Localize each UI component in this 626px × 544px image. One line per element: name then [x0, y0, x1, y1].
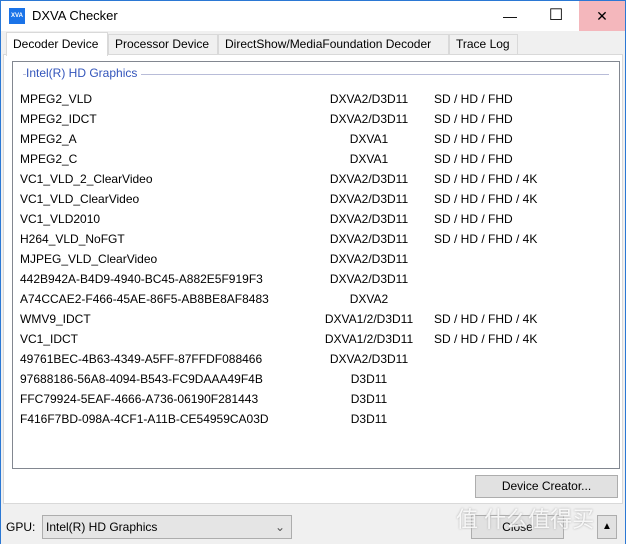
decoder-api: D3D11: [350, 412, 388, 426]
tab-panel: Intel(R) HD Graphics MPEG2_VLD DXVA2/D3D1…: [3, 54, 623, 504]
decoder-resolutions: SD / HD / FHD: [434, 112, 513, 126]
decoder-name: 49761BEC-4B63-4349-A5FF-87FFDF088466: [20, 352, 263, 366]
decoder-list[interactable]: Intel(R) HD Graphics MPEG2_VLD DXVA2/D3D1…: [12, 61, 620, 469]
decoder-api: DXVA1/2/D3D11: [324, 312, 414, 326]
decoder-name: FFC79924-5EAF-4666-A736-06190F281443: [20, 392, 259, 406]
gpu-select[interactable]: Intel(R) HD Graphics ⌄: [42, 515, 292, 539]
tab-processor-device[interactable]: Processor Device: [108, 34, 218, 55]
minimize-button[interactable]: —: [487, 1, 533, 31]
decoder-api: DXVA2/D3D11: [329, 252, 409, 266]
decoder-api: DXVA1: [349, 132, 389, 146]
decoder-name: MPEG2_IDCT: [20, 112, 97, 126]
table-row[interactable]: VC1_VLD_ClearVideo DXVA2/D3D11 SD / HD / F…: [13, 192, 619, 212]
decoder-api: DXVA1/2/D3D11: [324, 332, 414, 346]
decoder-name: 442B942A-B4D9-4940-BC45-A882E5F919F3: [20, 272, 263, 286]
app-icon: XVA: [9, 8, 25, 24]
decoder-name: A74CCAE2-F466-45AE-86F5-AB8BE8AF8483: [20, 292, 269, 306]
decoder-api: DXVA2: [349, 292, 389, 306]
decoder-name: MPEG2_A: [20, 132, 77, 146]
close-button[interactable]: Close: [471, 515, 564, 539]
decoder-name: F416F7BD-098A-4CF1-A11B-CE54959CA03D: [20, 412, 269, 426]
chevron-down-icon: ⌄: [274, 520, 285, 534]
table-row[interactable]: MPEG2_A DXVA1 SD / HD / FHD: [13, 132, 619, 152]
decoder-resolutions: SD / HD / FHD / 4K: [434, 172, 538, 186]
decoder-name: VC1_VLD2010: [20, 212, 101, 226]
group-title: Intel(R) HD Graphics: [26, 66, 142, 80]
decoder-name: VC1_VLD_2_ClearVideo: [20, 172, 153, 186]
scroll-up-button[interactable]: ▲: [597, 515, 617, 539]
table-row[interactable]: MPEG2_C DXVA1 SD / HD / FHD: [13, 152, 619, 172]
decoder-resolutions: SD / HD / FHD / 4K: [434, 232, 538, 246]
decoder-api: DXVA1: [349, 152, 389, 166]
table-row[interactable]: FFC79924-5EAF-4666-A736-06190F281443 D3D1…: [13, 392, 619, 412]
decoder-api: DXVA2/D3D11: [329, 272, 409, 286]
decoder-api: DXVA2/D3D11: [329, 112, 409, 126]
decoder-api: DXVA2/D3D11: [329, 192, 409, 206]
table-row[interactable]: VC1_VLD2010 DXVA2/D3D11 SD / HD / FHD: [13, 212, 619, 232]
device-creator-button[interactable]: Device Creator...: [475, 475, 618, 498]
decoder-resolutions: SD / HD / FHD / 4K: [434, 312, 538, 326]
decoder-name: H264_VLD_NoFGT: [20, 232, 125, 246]
tab-decoder-device[interactable]: Decoder Device: [6, 32, 108, 56]
maximize-button[interactable]: ☐: [533, 1, 579, 31]
tab-trace-log[interactable]: Trace Log: [449, 34, 518, 55]
app-window: XVA DXVA Checker — ☐ ✕ Decoder Device Pr…: [0, 0, 626, 544]
decoder-api: DXVA2/D3D11: [329, 352, 409, 366]
table-row[interactable]: 97688186-56A8-4094-B543-FC9DAAA49F4B D3D1…: [13, 372, 619, 392]
decoder-resolutions: SD / HD / FHD / 4K: [434, 332, 538, 346]
table-row[interactable]: VC1_IDCT DXVA1/2/D3D11 SD / HD / FHD / 4K: [13, 332, 619, 352]
decoder-api: D3D11: [350, 372, 388, 386]
decoder-name: MPEG2_C: [20, 152, 78, 166]
decoder-resolutions: SD / HD / FHD: [434, 92, 513, 106]
close-window-button[interactable]: ✕: [579, 1, 625, 31]
decoder-resolutions: SD / HD / FHD / 4K: [434, 192, 538, 206]
title-bar: XVA DXVA Checker — ☐ ✕: [1, 1, 625, 31]
decoder-name: 97688186-56A8-4094-B543-FC9DAAA49F4B: [20, 372, 263, 386]
table-row[interactable]: VC1_VLD_2_ClearVideo DXVA2/D3D11 SD / HD /…: [13, 172, 619, 192]
decoder-name: MJPEG_VLD_ClearVideo: [20, 252, 158, 266]
bottom-bar: GPU: Intel(R) HD Graphics ⌄ Close ▲ 值 什么…: [1, 506, 625, 544]
decoder-api: DXVA2/D3D11: [329, 232, 409, 246]
table-row[interactable]: H264_VLD_NoFGT DXVA2/D3D11 SD / HD / FHD /…: [13, 232, 619, 252]
table-row[interactable]: MPEG2_IDCT DXVA2/D3D11 SD / HD / FHD: [13, 112, 619, 132]
table-row[interactable]: F416F7BD-098A-4CF1-A11B-CE54959CA03D D3D1…: [13, 412, 619, 432]
decoder-name: VC1_VLD_ClearVideo: [20, 192, 140, 206]
decoder-name: WMV9_IDCT: [20, 312, 91, 326]
table-row[interactable]: 49761BEC-4B63-4349-A5FF-87FFDF088466 DXVA…: [13, 352, 619, 372]
tab-directshow-mediafoundation-decoder[interactable]: DirectShow/MediaFoundation Decoder: [218, 34, 449, 55]
decoder-resolutions: SD / HD / FHD: [434, 132, 513, 146]
table-row[interactable]: 442B942A-B4D9-4940-BC45-A882E5F919F3 DXVA…: [13, 272, 619, 292]
gpu-label: GPU:: [6, 520, 36, 534]
decoder-api: DXVA2/D3D11: [329, 172, 409, 186]
gpu-select-value: Intel(R) HD Graphics: [46, 520, 158, 534]
table-row[interactable]: MPEG2_VLD DXVA2/D3D11 SD / HD / FHD: [13, 92, 619, 112]
table-row[interactable]: MJPEG_VLD_ClearVideo DXVA2/D3D11: [13, 252, 619, 272]
decoder-name: VC1_IDCT: [20, 332, 79, 346]
decoder-resolutions: SD / HD / FHD: [434, 152, 513, 166]
decoder-api: D3D11: [350, 392, 388, 406]
decoder-api: DXVA2/D3D11: [329, 92, 409, 106]
decoder-name: MPEG2_VLD: [20, 92, 93, 106]
window-title: DXVA Checker: [32, 8, 118, 23]
table-row[interactable]: A74CCAE2-F466-45AE-86F5-AB8BE8AF8483 DXVA…: [13, 292, 619, 312]
table-row[interactable]: WMV9_IDCT DXVA1/2/D3D11 SD / HD / FHD / 4K: [13, 312, 619, 332]
decoder-resolutions: SD / HD / FHD: [434, 212, 513, 226]
decoder-api: DXVA2/D3D11: [329, 212, 409, 226]
